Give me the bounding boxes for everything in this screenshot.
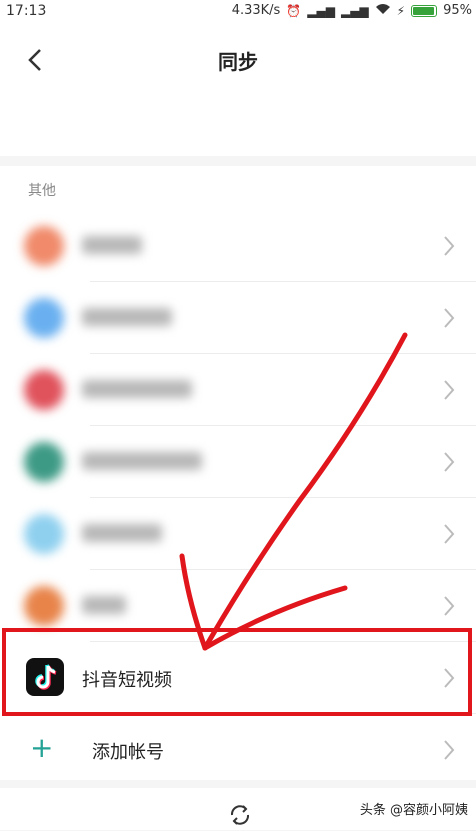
account-icon — [24, 370, 64, 410]
account-icon — [24, 298, 64, 338]
watermark: 头条 @容颜小阿姨 — [359, 803, 468, 818]
chevron-right-icon — [442, 522, 456, 546]
chevron-right-icon — [442, 450, 456, 474]
sync-icon[interactable] — [228, 803, 252, 827]
chevron-right-icon — [442, 234, 456, 258]
charging-icon: ⚡ — [396, 3, 406, 18]
signal-icon: ▂▄▆ — [307, 3, 335, 18]
account-row-cloud[interactable] — [0, 282, 476, 354]
plus-icon: + — [30, 731, 54, 764]
chevron-right-icon — [442, 594, 456, 618]
chevron-right-icon — [442, 306, 456, 330]
signal-icon: ▂▄▆ — [340, 3, 369, 18]
account-label-blurred — [82, 596, 126, 614]
wifi-icon — [375, 3, 391, 18]
account-icon — [24, 442, 64, 482]
account-label-blurred — [82, 308, 172, 326]
status-bar: 17:13 4.33K/s ⏰ ▂▄▆ ▂▄▆ ⚡ 95% — [0, 0, 476, 24]
add-account-label: 添加帐号 — [92, 742, 164, 763]
account-label-blurred — [82, 236, 142, 254]
chevron-right-icon — [442, 738, 456, 762]
account-icon — [24, 586, 64, 626]
status-time: 17:13 — [6, 3, 47, 19]
battery-icon — [411, 4, 438, 17]
account-row-office[interactable] — [0, 210, 476, 282]
account-row-key[interactable] — [0, 498, 476, 570]
section-label: 其他 — [28, 183, 56, 199]
chevron-right-icon — [442, 378, 456, 402]
network-speed: 4.33K/s — [231, 3, 281, 18]
account-row-calendar[interactable] — [0, 354, 476, 426]
account-icon — [24, 226, 64, 266]
account-label-blurred — [82, 380, 192, 398]
account-label-blurred — [82, 452, 202, 470]
account-icon — [24, 514, 64, 554]
account-label-blurred — [82, 524, 162, 542]
account-row-android[interactable] — [0, 426, 476, 498]
page-title: 同步 — [218, 50, 258, 74]
alarm-icon: ⏰ — [286, 3, 302, 18]
battery-percent: 95% — [443, 3, 472, 18]
add-account-row[interactable]: + 添加帐号 — [0, 714, 476, 786]
bottom-bar: 头条 @容颜小阿姨 — [0, 788, 476, 830]
status-icons: 4.33K/s ⏰ ▂▄▆ ▂▄▆ ⚡ 95% — [232, 3, 472, 18]
highlight-box — [2, 628, 472, 716]
header: 同步 — [0, 24, 476, 156]
